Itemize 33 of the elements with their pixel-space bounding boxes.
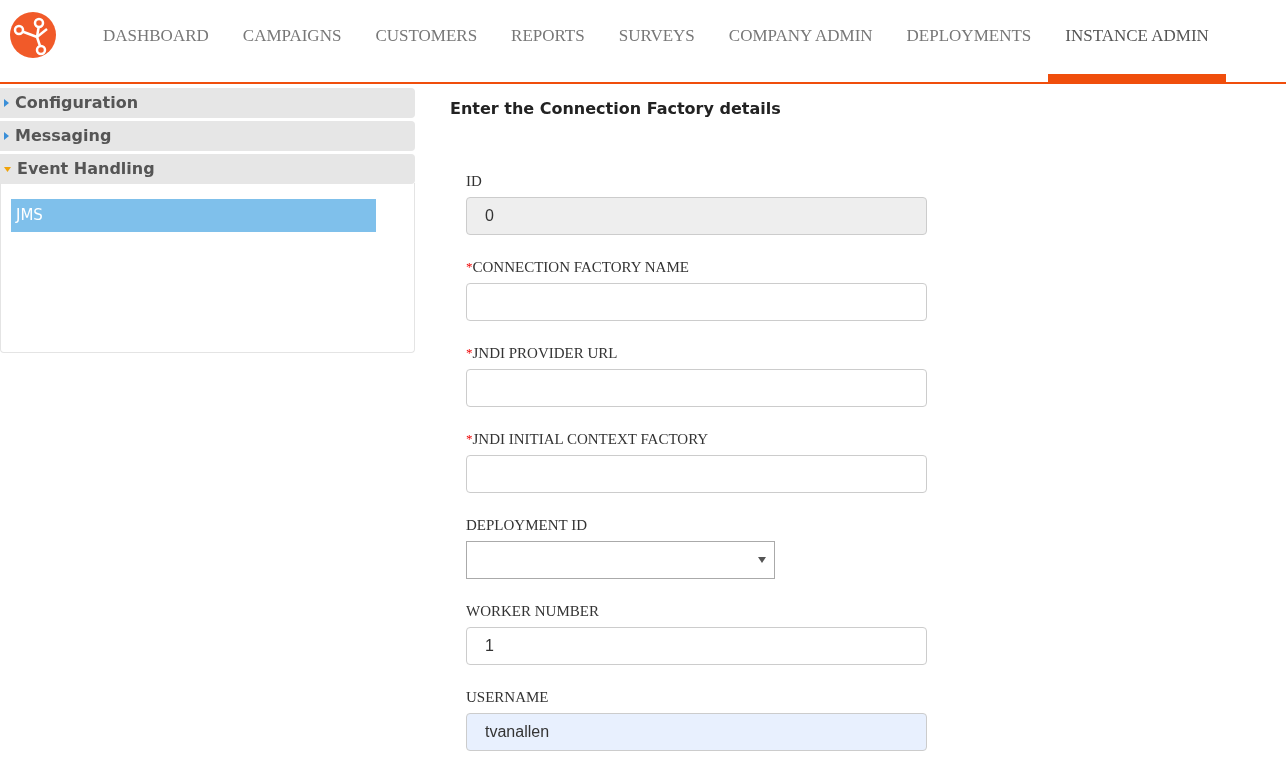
nav-tab[interactable]: DEPLOYMENTS <box>889 0 1049 82</box>
logo-icon <box>9 11 57 59</box>
form-title: Enter the Connection Factory details <box>450 99 782 119</box>
caret-right-icon <box>4 99 9 107</box>
input-field[interactable] <box>466 369 927 407</box>
field-label: *JNDI INITIAL CONTEXT FACTORY <box>466 430 710 448</box>
nav-tab[interactable]: CAMPAIGNS <box>225 0 359 82</box>
nav-tab[interactable]: REPORTS <box>494 0 602 82</box>
field-label: USERNAME <box>466 688 550 706</box>
section-title: Configuration <box>15 92 139 114</box>
input-field[interactable]: 1 <box>466 627 927 665</box>
accordion-header[interactable]: Event Handling <box>0 154 415 184</box>
caret-right-icon <box>4 132 9 140</box>
field-label: WORKER NUMBER <box>466 602 600 620</box>
nav-tab[interactable]: CUSTOMERS <box>358 0 495 82</box>
field-label: DEPLOYMENT ID <box>466 516 588 534</box>
input-field[interactable] <box>466 455 927 493</box>
field-label: *JNDI PROVIDER URL <box>466 344 619 362</box>
field-label: *CONNECTION FACTORY NAME <box>466 258 690 276</box>
section-title: Messaging <box>15 125 112 147</box>
caret-down-icon <box>4 166 11 172</box>
nav-tab[interactable]: INSTANCE ADMIN <box>1048 0 1226 82</box>
accordion-header[interactable]: Messaging <box>0 121 415 151</box>
nav-tab[interactable]: COMPANY ADMIN <box>711 0 890 82</box>
section-title: Event Handling <box>17 158 155 180</box>
dropdown-field[interactable] <box>466 541 775 579</box>
accordion-header[interactable]: Configuration <box>0 88 415 118</box>
caret-icon <box>758 557 766 563</box>
field-label: ID <box>466 172 483 190</box>
input-field[interactable]: tvanallen <box>466 713 927 751</box>
input-field[interactable] <box>466 283 927 321</box>
nav-tab[interactable]: SURVEYS <box>601 0 712 82</box>
nav-tab[interactable]: DASHBOARD <box>86 0 226 82</box>
